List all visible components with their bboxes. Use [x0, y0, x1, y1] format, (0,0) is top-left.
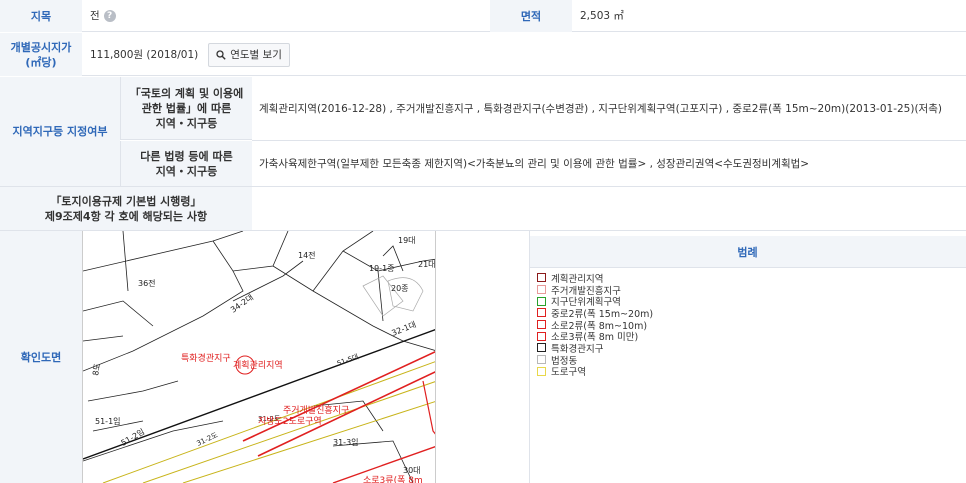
zone-sub1-value: 계획관리지역(2016-12-28) , 주거개발진흥지구 , 특화경관지구(수…	[259, 102, 942, 115]
zone-sub1-line2: 관한 법률」에 따른	[141, 101, 232, 115]
row-jimok	[0, 0, 966, 32]
map-label: 51-5대	[336, 353, 360, 368]
price-header: 개별공시지가 (㎡당)	[0, 33, 82, 76]
price-value: 111,800원 (2018/01) 연도별 보기	[90, 33, 290, 76]
map-drawing: 14전 19대 19-1종 21대 36전 20종 34-2대 32-1대 8도…	[83, 231, 436, 483]
legend-swatch	[537, 273, 546, 283]
help-icon[interactable]: ?	[103, 10, 116, 22]
legend-swatch	[537, 366, 546, 376]
area-value: 2,503 ㎡	[580, 10, 624, 22]
price-text: 111,800원 (2018/01)	[90, 48, 199, 61]
price-header-line2: (㎡당)	[25, 55, 57, 69]
legend-list: 계획관리지역 주거개발진흥지구 지구단위계획구역 중로2류(폭 15m~20m) 소로2…	[537, 272, 653, 378]
zone-sub2-value: 가축사육제한구역(일부제한 모든축종 제한지역)<가축분뇨의 관리 및 이용에 …	[259, 157, 810, 170]
article-header: 「토지이용규제 기본법 시행령」 제9조제4항 각 호에 해당되는 사항	[0, 187, 252, 230]
map-zone-label: 주거개발진흥지구	[283, 404, 349, 416]
map-label: 21대	[418, 260, 436, 269]
map-label: 20종	[391, 284, 409, 293]
zone-sub2-line2: 지역・지구등	[155, 164, 218, 178]
map-zone-label: 지방도2도로구역	[258, 416, 322, 427]
article-line2: 제9조제4항 각 호에 해당되는 사항	[44, 209, 208, 223]
area-header: 면적	[490, 0, 572, 32]
map-label: 32-1대	[390, 320, 417, 338]
legend-label: 도로구역	[551, 367, 586, 379]
jimok-value: 전 ?	[90, 0, 116, 32]
zone-sub1-line1: 「국토의 계획 및 이용에	[129, 86, 244, 100]
legend-title: 범례	[529, 236, 966, 268]
legend-swatch	[537, 320, 546, 330]
cadastral-map[interactable]: 14전 19대 19-1종 21대 36전 20종 34-2대 32-1대 8도…	[82, 231, 436, 483]
legend-swatch	[537, 331, 546, 341]
map-zone-label: 특화경관지구	[181, 352, 231, 364]
map-header: 확인도면	[0, 231, 82, 483]
map-label: 19-1종	[369, 264, 395, 273]
zone-sub1-header: 「국토의 계획 및 이용에 관한 법률」에 따른 지역・지구등	[120, 77, 252, 140]
legend-swatch	[537, 355, 546, 365]
legend-item: 도로구역	[537, 366, 653, 378]
zone-header: 지역지구등 지정여부	[0, 77, 120, 186]
legend-swatch	[537, 296, 546, 306]
map-label: 19대	[398, 236, 416, 245]
map-label: 8도	[91, 363, 102, 377]
map-label: 34-2대	[229, 293, 255, 315]
zone-sub1-line3: 지역・지구등	[155, 116, 218, 130]
legend-swatch	[537, 285, 546, 295]
yearly-view-label: 연도별 보기	[230, 48, 282, 61]
jimok-text: 전	[90, 10, 100, 22]
divider	[529, 231, 530, 483]
map-label: 14전	[298, 250, 316, 260]
jimok-header: 지목	[0, 0, 82, 32]
map-zone-label: 소로3류(폭 8m	[363, 475, 423, 483]
search-icon	[216, 49, 226, 60]
map-label: 36전	[138, 278, 156, 288]
yearly-view-button[interactable]: 연도별 보기	[208, 42, 290, 67]
map-label: 30대	[403, 466, 421, 475]
legend-swatch	[537, 343, 546, 353]
zone-sub2-header: 다른 법령 등에 따른 지역・지구등	[120, 141, 252, 186]
legend-swatch	[537, 308, 546, 318]
zone-sub2-line1: 다른 법령 등에 따른	[140, 149, 233, 163]
map-label: 31-3임	[333, 438, 359, 447]
price-header-line1: 개별공시지가	[10, 40, 72, 54]
map-zone-label: 계획관리지역	[233, 359, 283, 371]
article-line1: 「토지이용규제 기본법 시행령」	[50, 194, 202, 208]
map-label: 51-1임	[95, 417, 121, 426]
